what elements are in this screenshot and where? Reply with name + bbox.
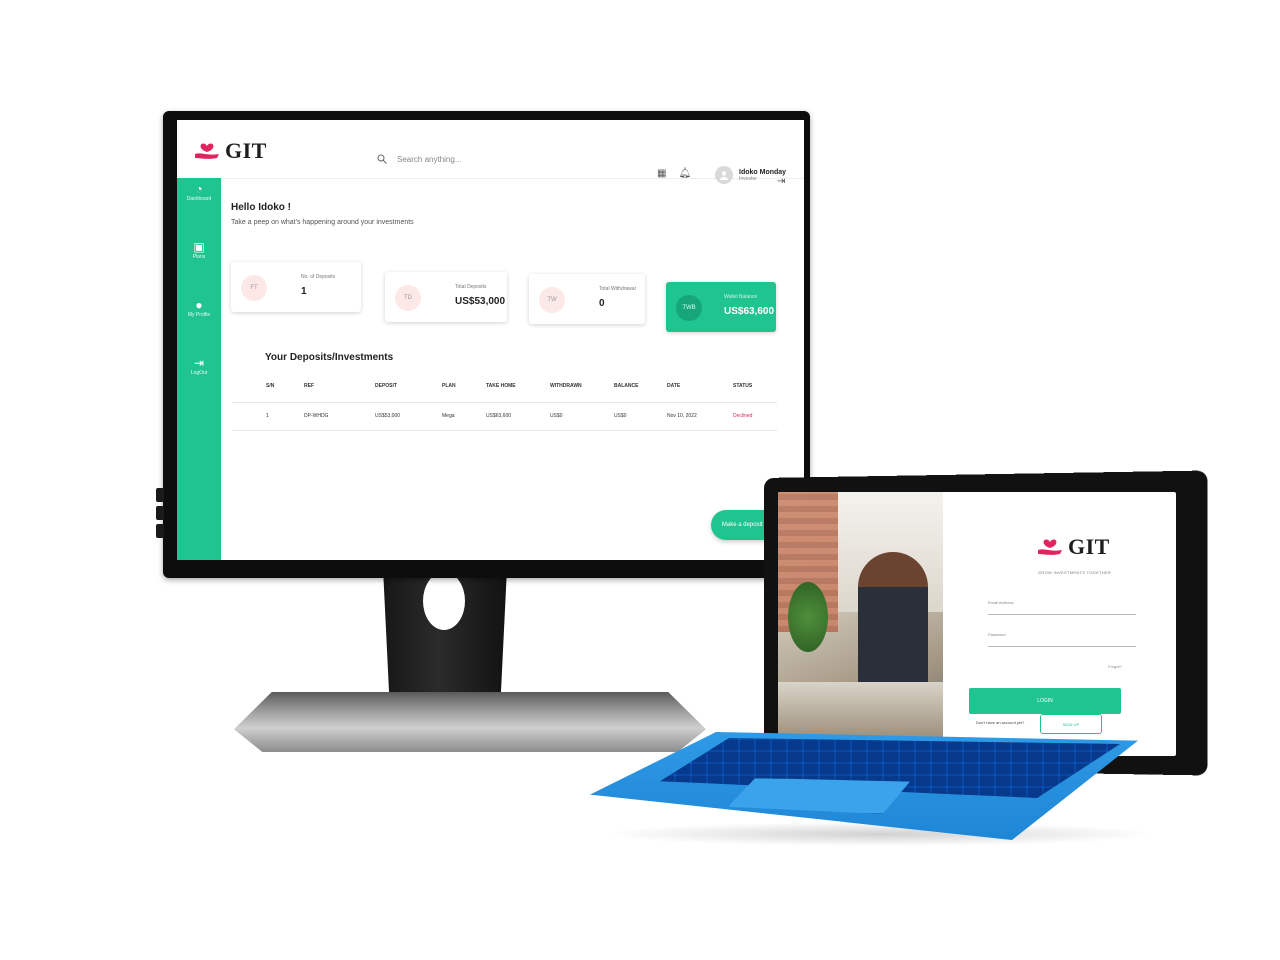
- grid-icon[interactable]: ▦: [657, 168, 666, 179]
- user-name: Idoko Monday: [739, 168, 787, 176]
- user-icon: ●: [195, 298, 203, 312]
- card-badge: TWB: [676, 295, 702, 321]
- signup-button[interactable]: SIGN UP: [1040, 714, 1102, 734]
- user-icon: [720, 171, 728, 180]
- monitor-screen: GIT Search anything... ▦ 🔔︎ Idoko Monday…: [177, 120, 804, 560]
- table-header-cell: PLAN: [442, 383, 456, 389]
- table-cell: DP-WHDG: [304, 413, 329, 419]
- stat-card-deposits-count: FT No. of Deposits 1: [231, 262, 361, 312]
- brand-logo[interactable]: GIT: [193, 138, 267, 164]
- table-header-cell: DEPOSIT: [375, 383, 397, 389]
- brand-name: GIT: [1068, 534, 1110, 559]
- email-field[interactable]: Email Address: [988, 600, 1136, 615]
- sidebar-item-label: Plans: [192, 254, 206, 260]
- table-cell: US$0: [614, 413, 627, 419]
- card-label: No. of Deposits: [301, 274, 336, 280]
- table-cell: US$53,000: [375, 413, 401, 419]
- table-header-cell: STATUS: [733, 383, 753, 389]
- tablet-screen: GIT GROW INVESTMENTS TOGETHER Email Addr…: [778, 492, 1176, 756]
- monitor-button: [156, 524, 164, 538]
- card-badge: TW: [539, 287, 565, 313]
- table-header: S/N REF DEPOSIT PLAN TAKE HOME WITHDRAWN…: [232, 380, 777, 396]
- hand-heart-icon: [1038, 539, 1062, 555]
- tagline: GROW INVESTMENTS TOGETHER: [1038, 570, 1112, 575]
- top-bar: [177, 120, 804, 179]
- table-header-cell: S/N: [266, 383, 275, 389]
- sidebar-item-profile[interactable]: ● My Profile: [177, 298, 221, 318]
- user-menu[interactable]: Idoko Monday Investor: [715, 166, 786, 184]
- logout-icon: ⇥: [193, 356, 205, 370]
- stat-card-total-deposits: TD Total Deposits US$53,000: [385, 272, 507, 322]
- sidebar-item-logout[interactable]: ⇥ LogOut: [177, 356, 221, 376]
- no-account-text: Don't have an account yet?: [976, 720, 1025, 725]
- search-icon: [377, 154, 387, 164]
- sidebar-item-label: LogOut: [190, 370, 208, 376]
- sidebar-item-label: Dashboard: [186, 196, 212, 202]
- table-cell: 1: [266, 413, 269, 419]
- table-cell: Mega: [442, 413, 455, 419]
- stat-card-total-withdrawal: TW Total Withdrawal 0: [529, 274, 645, 324]
- card-value: 0: [599, 298, 605, 309]
- gauge-icon: ◔: [195, 182, 203, 196]
- card-label: Total Deposits: [455, 284, 487, 290]
- card-value: US$63,600: [724, 306, 775, 317]
- photo-plant: [788, 582, 828, 652]
- divider: [232, 402, 777, 403]
- sidebar-item-label: My Profile: [187, 312, 211, 318]
- sidebar-item-plans[interactable]: ▣ Plans: [177, 240, 221, 260]
- table-cell: Nov 10, 2022: [667, 413, 697, 419]
- sidebar-item-dashboard[interactable]: ◔ Dashboard: [177, 182, 221, 202]
- password-field[interactable]: Password: [988, 632, 1136, 647]
- photo-person: [858, 552, 928, 692]
- table-header-cell: REF: [304, 383, 314, 389]
- search-input[interactable]: Search anything...: [397, 155, 461, 164]
- card-value: 1: [301, 286, 307, 297]
- table-cell: US$0: [550, 413, 563, 419]
- card-badge: TD: [395, 285, 421, 311]
- table-header-cell: WITHDRAWN: [550, 383, 582, 389]
- table-title: Your Deposits/Investments: [265, 352, 394, 363]
- monitor-stand-hole: [423, 572, 465, 630]
- sidebar: ◔ Dashboard ▣ Plans ● My Profile ⇥ LogOu…: [177, 178, 221, 560]
- monitor-button: [156, 506, 164, 520]
- hand-heart-icon: [195, 143, 219, 159]
- logout-icon[interactable]: ⇥: [777, 176, 785, 187]
- card-value: US$53,000: [455, 296, 506, 307]
- stat-card-wallet-balance: TWB Wallet Balance US$63,600: [666, 282, 776, 332]
- forgot-password-link[interactable]: Forgot?: [1108, 664, 1122, 669]
- monitor-stand-base: [234, 692, 706, 752]
- table-header-cell: BALANCE: [614, 383, 639, 389]
- table-row[interactable]: 1 DP-WHDG US$53,000 Mega US$63,600 US$0 …: [232, 410, 777, 426]
- table-header-cell: TAKE HOME: [486, 383, 516, 389]
- monitor-button: [156, 488, 164, 502]
- brand-logo: GIT: [1036, 534, 1110, 560]
- greeting-subtitle: Take a peep on what's happening around y…: [231, 219, 414, 226]
- divider: [232, 430, 777, 431]
- status-badge: Declined: [733, 413, 753, 419]
- search-bar[interactable]: Search anything...: [377, 154, 461, 164]
- brand-name: GIT: [225, 138, 267, 163]
- make-deposit-label: Make a deposit: [721, 522, 763, 528]
- avatar: [715, 166, 733, 184]
- box-icon: ▣: [193, 240, 205, 254]
- bell-icon[interactable]: 🔔︎: [678, 168, 691, 179]
- card-badge: FT: [241, 275, 267, 301]
- login-button[interactable]: LOGIN: [969, 688, 1121, 714]
- table-header-cell: DATE: [667, 383, 681, 389]
- card-label: Wallet Balance: [724, 294, 758, 300]
- top-icons: ▦ 🔔︎: [657, 168, 691, 179]
- table-cell: US$63,600: [486, 413, 512, 419]
- greeting: Hello Idoko !: [231, 202, 291, 213]
- card-label: Total Withdrawal: [599, 286, 636, 292]
- hero-photo: [778, 492, 943, 756]
